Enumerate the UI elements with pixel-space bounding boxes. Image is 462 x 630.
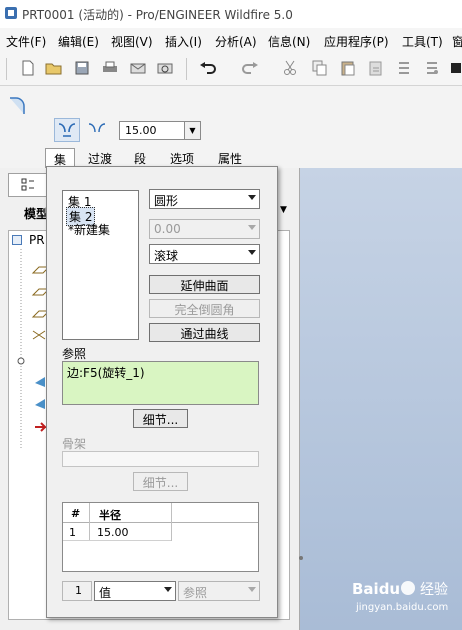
round-method-select[interactable]: 滚球: [149, 244, 260, 264]
main-toolbar: [0, 52, 462, 86]
details-button[interactable]: 细节...: [133, 409, 188, 428]
paste-special-icon[interactable]: [366, 58, 386, 78]
svg-text:经验: 经验: [420, 582, 448, 598]
regen-manager-icon[interactable]: [422, 58, 442, 78]
row-radius[interactable]: 15.00: [97, 526, 129, 539]
menu-tools[interactable]: 工具(T): [402, 33, 443, 50]
redo-icon[interactable]: [240, 58, 260, 78]
tab-properties[interactable]: 属性: [212, 148, 248, 168]
chevron-down-icon: [248, 250, 256, 255]
cut-icon[interactable]: [280, 58, 300, 78]
svg-text:jingyan.baidu.com: jingyan.baidu.com: [355, 602, 448, 613]
menu-insert[interactable]: 插入(I): [165, 33, 202, 50]
chevron-down-icon: [248, 587, 256, 592]
menu-info[interactable]: 信息(N): [268, 33, 310, 50]
round-feature-icon: [10, 97, 25, 114]
chevron-down-icon: [248, 195, 256, 200]
svg-text:Baidu: Baidu: [352, 580, 400, 598]
table-header: [63, 503, 258, 523]
menu-analysis[interactable]: 分析(A): [215, 33, 257, 50]
tab-segments[interactable]: 段: [128, 148, 152, 168]
through-curve-button[interactable]: 通过曲线: [149, 323, 260, 342]
references-label: 参照: [62, 347, 87, 361]
menu-edit[interactable]: 编辑(E): [58, 33, 99, 50]
value-type-select[interactable]: 值: [94, 581, 176, 601]
sash-handle-icon[interactable]: [298, 555, 306, 561]
cross-section-select[interactable]: 圆形: [149, 189, 260, 209]
send-link-icon[interactable]: [155, 58, 175, 78]
tree-menu-icon[interactable]: ▼: [280, 205, 287, 215]
list-item[interactable]: *新建集: [68, 221, 110, 238]
menu-applications[interactable]: 应用程序(P): [324, 33, 389, 50]
tab-options[interactable]: 选项: [164, 148, 200, 168]
save-icon[interactable]: [72, 58, 92, 78]
menu-window[interactable]: 窗: [452, 33, 462, 50]
open-icon[interactable]: [44, 58, 64, 78]
full-round-button: 完全倒圆角: [149, 299, 260, 318]
set-mode-icon[interactable]: [84, 118, 110, 142]
radius-table[interactable]: # 半径 1 15.00: [62, 502, 259, 572]
row-index-field: 1: [62, 581, 92, 601]
part-icon: [12, 235, 22, 245]
extend-surfaces-button[interactable]: 延伸曲面: [149, 275, 260, 294]
skeleton-details-button: 细节...: [133, 472, 188, 491]
new-icon[interactable]: [18, 58, 38, 78]
baidu-watermark: Baidu 经验 jingyan.baidu.com: [350, 576, 458, 616]
column-header-index: #: [71, 507, 81, 520]
chevron-down-icon[interactable]: ▼: [184, 122, 200, 139]
model-tree-tab[interactable]: [8, 173, 48, 197]
title-bar: PRT0001 (活动的) - Pro/ENGINEER Wildfire 5.…: [0, 0, 462, 28]
tab-transitions[interactable]: 过渡: [82, 148, 118, 168]
constant-round-mode-icon[interactable]: [54, 118, 80, 142]
column-header-radius: 半径: [99, 509, 121, 522]
skeleton-collector: [62, 451, 259, 467]
conic-value-select: 0.00: [149, 219, 260, 239]
paste-icon[interactable]: [338, 58, 358, 78]
skeleton-label: 骨架: [62, 437, 87, 451]
email-icon[interactable]: [128, 58, 148, 78]
chevron-down-icon: [248, 225, 256, 230]
reference-item[interactable]: 边:F5(旋转_1): [67, 364, 145, 381]
sets-list[interactable]: 集 1 集 2 *新建集: [62, 190, 139, 340]
menu-bar: 文件(F) 编辑(E) 视图(V) 插入(I) 分析(A) 信息(N) 应用程序…: [0, 28, 462, 52]
search-tool-icon[interactable]: [446, 58, 462, 78]
tab-sets[interactable]: 集: [45, 148, 75, 168]
menu-file[interactable]: 文件(F): [6, 33, 46, 50]
graphics-window[interactable]: [300, 168, 462, 630]
app-icon: [5, 7, 17, 19]
reference-type-select: 参照: [178, 581, 260, 601]
radius-dropdown[interactable]: 15.00 ▼: [119, 121, 201, 140]
references-collector[interactable]: 边:F5(旋转_1): [62, 361, 259, 405]
copy-icon[interactable]: [310, 58, 330, 78]
tree-root-item[interactable]: PR: [29, 233, 45, 247]
print-icon[interactable]: [100, 58, 120, 78]
chevron-down-icon: [164, 587, 172, 592]
baidu-logo-icon: Baidu 经验 jingyan.baidu.com: [352, 580, 448, 613]
table-row[interactable]: 1 15.00: [63, 523, 171, 541]
model-tree-label: 模型: [24, 207, 49, 221]
window-title: PRT0001 (活动的) - Pro/ENGINEER Wildfire 5.…: [22, 8, 293, 22]
menu-view[interactable]: 视图(V): [111, 33, 153, 50]
radius-value: 15.00: [125, 124, 157, 137]
undo-icon[interactable]: [198, 58, 218, 78]
row-index: 1: [69, 526, 76, 539]
regenerate-icon[interactable]: [394, 58, 414, 78]
